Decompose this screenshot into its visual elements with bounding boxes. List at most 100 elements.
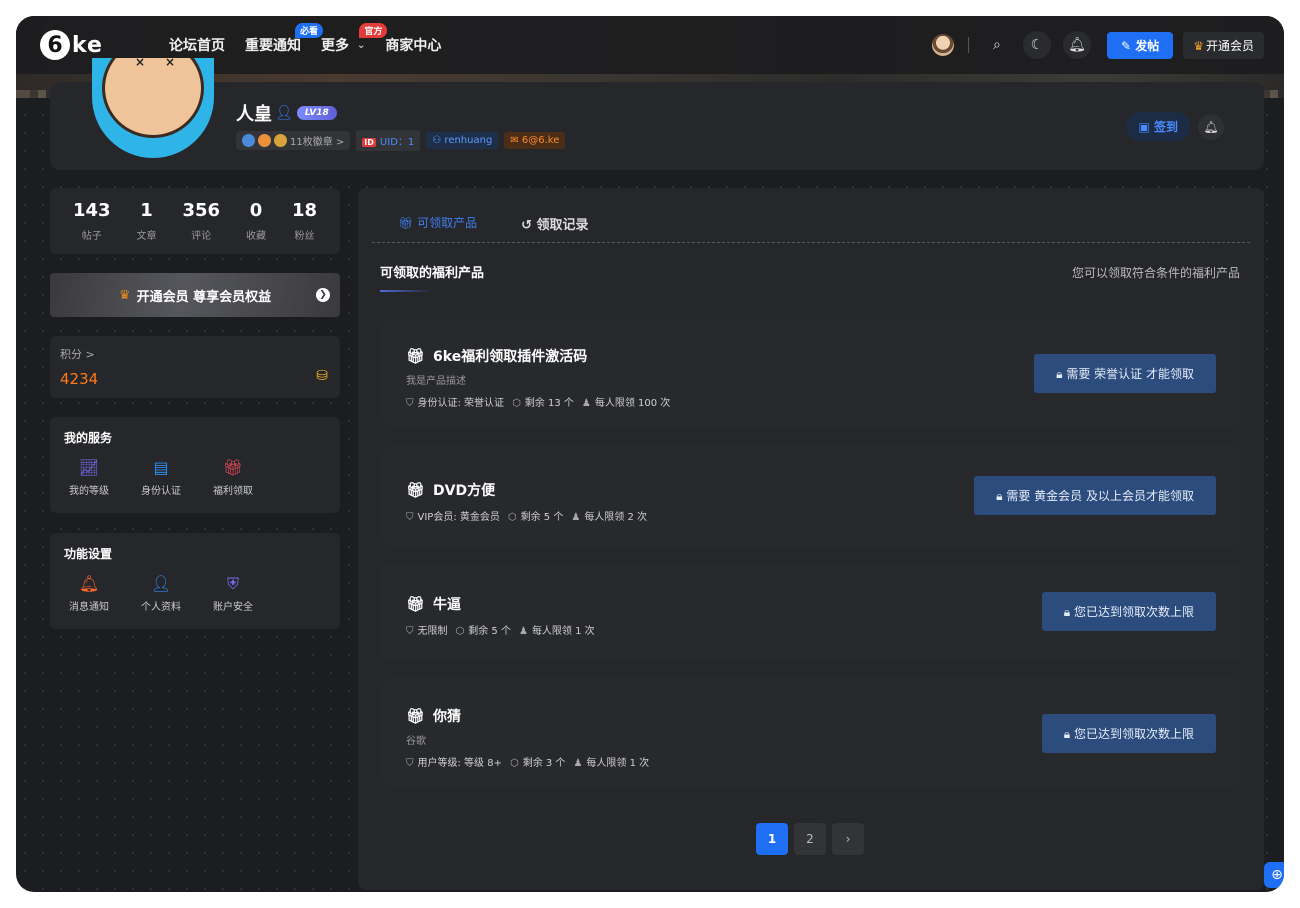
profile-meta: 11枚徽章 > ID UID：1 ⚇ renhuang ✉ 6@6.ke bbox=[236, 130, 566, 151]
services-title: 我的服务 bbox=[64, 431, 113, 445]
product-card: 🎁︎ 你猜 谷歌 ⛉ 用户等级: 等级 8+ ⬡ 剩余 3 个 ♟ 每人限领 1 次 🔒… bbox=[382, 678, 1240, 786]
service-my-level[interactable]: 📈︎ 我的等级 bbox=[64, 458, 114, 497]
product-meta: ⛉ VIP会员: 黄金会员 ⬡ 剩余 5 个 ♟ 每人限领 2 次 bbox=[406, 508, 647, 523]
username-text: renhuang bbox=[444, 135, 493, 146]
checkin-button[interactable]: ▣ 签到 bbox=[1126, 112, 1190, 141]
site-logo[interactable]: 6 ke bbox=[40, 30, 103, 60]
product-requirement: ⛉ 无限制 bbox=[406, 622, 448, 637]
service-label: 我的等级 bbox=[69, 486, 109, 497]
lock-icon: 🔒︎ bbox=[996, 489, 1007, 503]
mail-icon: ✉ bbox=[510, 135, 522, 146]
setting-security[interactable]: ⛨ 账户安全 bbox=[208, 574, 258, 613]
calendar-icon: ▣ bbox=[1138, 120, 1154, 134]
product-name: 牛逼 bbox=[433, 597, 462, 613]
setting-notifications[interactable]: 🔔︎ 消息通知 bbox=[64, 574, 114, 613]
gift-icon: 🎁︎ bbox=[398, 216, 418, 230]
level-badge: LV18 bbox=[296, 106, 337, 120]
tab-history[interactable]: ↺ 领取记录 bbox=[521, 214, 588, 233]
box-icon: ⬡ bbox=[512, 398, 521, 409]
id-card-icon: ▤ bbox=[153, 458, 169, 477]
product-limit: ♟ 每人限领 2 次 bbox=[571, 508, 647, 523]
coins-icon: ⛁ bbox=[316, 368, 328, 384]
product-name-row: 🎁︎ 6ke福利领取插件激活码 bbox=[406, 346, 587, 366]
vip-promo-banner[interactable]: ♛ 开通会员 尊享会员权益 ❯ bbox=[50, 273, 340, 317]
product-limit-text: 每人限领 1 次 bbox=[531, 626, 595, 637]
vip-button[interactable]: ♛ 开通会员 bbox=[1183, 31, 1264, 59]
welfare-main: 🎁︎ 可领取产品 ↺ 领取记录 可领取的福利产品 您可以领取符合条件的福利产品 … bbox=[358, 188, 1264, 890]
product-requirement: ⛉ 身份认证: 荣誉认证 bbox=[406, 394, 504, 409]
floating-plus-icon[interactable]: ⊕ bbox=[1264, 862, 1284, 888]
claim-button[interactable]: 🔒︎ 需要 荣誉认证 才能领取 bbox=[1034, 354, 1216, 393]
stat-value: 143 bbox=[72, 200, 111, 221]
product-stock-text: 剩余 5 个 bbox=[468, 626, 511, 637]
uid-text: UID：1 bbox=[379, 137, 415, 148]
claim-button-label: 您已达到领取次数上限 bbox=[1073, 727, 1194, 741]
chart-icon: 📈︎ bbox=[78, 458, 100, 477]
bell-icon: 🔔︎ bbox=[78, 574, 100, 593]
product-name-row: 🎁︎ 你猜 bbox=[406, 706, 461, 726]
claim-button[interactable]: 🔒︎ 您已达到领取次数上限 bbox=[1041, 592, 1216, 631]
stat-value: 356 bbox=[182, 200, 221, 221]
nav-more[interactable]: 更多 官方 ⌄ bbox=[321, 23, 388, 55]
stat-label: 文章 bbox=[136, 231, 157, 242]
product-stock-text: 剩余 3 个 bbox=[522, 758, 566, 769]
nav-merchant[interactable]: 商家中心 bbox=[385, 35, 441, 55]
crown-icon: ♛ bbox=[1193, 38, 1204, 53]
bell-icon[interactable]: 🔔︎ bbox=[1198, 114, 1224, 140]
next-page-button[interactable]: › bbox=[832, 823, 864, 855]
product-requirement-text: 无限制 bbox=[417, 626, 448, 637]
nav-notices[interactable]: 重要通知 必看 bbox=[244, 23, 323, 55]
stat-label: 评论 bbox=[191, 231, 212, 242]
stat-label: 粉丝 bbox=[294, 231, 315, 242]
points-card[interactable]: 积分 > 4234 ⛁ bbox=[50, 336, 340, 398]
user-stats: 143 帖子 1 文章 356 评论 0 收藏 18 粉丝 bbox=[50, 188, 340, 254]
post-button[interactable]: ✎ 发帖 bbox=[1106, 31, 1174, 59]
profile-avatar[interactable]: × × bbox=[92, 58, 214, 158]
nav-notices-label: 重要通知 bbox=[244, 38, 301, 54]
shield-icon: ⛨ bbox=[226, 574, 239, 593]
page-2[interactable]: 2 bbox=[794, 823, 826, 855]
settings-list: 🔔︎ 消息通知 👤︎ 个人资料 ⛨ 账户安全 bbox=[64, 574, 326, 613]
product-stock-text: 剩余 5 个 bbox=[520, 512, 564, 523]
product-stock-text: 剩余 13 个 bbox=[524, 398, 574, 409]
stat-posts[interactable]: 143 帖子 bbox=[73, 200, 111, 242]
moon-icon[interactable]: ☾ bbox=[1022, 31, 1051, 59]
claim-button[interactable]: 🔒︎ 您已达到领取次数上限 bbox=[1041, 714, 1216, 753]
email-text: 6@6.ke bbox=[521, 135, 560, 146]
settings-panel: 功能设置 🔔︎ 消息通知 👤︎ 个人资料 ⛨ 账户安全 bbox=[50, 533, 340, 629]
product-meta: ⛉ 用户等级: 等级 8+ ⬡ 剩余 3 个 ♟ 每人限领 1 次 bbox=[406, 754, 649, 769]
person-icon: ♟ bbox=[581, 398, 591, 409]
user-avatar[interactable] bbox=[931, 34, 954, 56]
product-limit: ♟ 每人限领 1 次 bbox=[573, 754, 649, 769]
box-icon: ⬡ bbox=[509, 758, 519, 769]
product-requirement-text: 用户等级: 等级 8+ bbox=[417, 758, 502, 769]
search-icon[interactable]: ⌕ bbox=[983, 31, 1011, 59]
claim-button[interactable]: 🔒︎ 需要 黄金会员 及以上会员才能领取 bbox=[974, 476, 1216, 515]
lock-icon: 🔒︎ bbox=[1063, 605, 1074, 619]
stat-favorites[interactable]: 0 收藏 bbox=[246, 200, 266, 242]
service-welfare[interactable]: 🎁︎ 福利领取 bbox=[208, 458, 258, 497]
stat-followers[interactable]: 18 粉丝 bbox=[292, 200, 317, 242]
points-value: 4234 bbox=[60, 370, 99, 388]
shield-icon: ⛉ bbox=[406, 626, 414, 637]
welfare-tabs: 🎁︎ 可领取产品 ↺ 领取记录 bbox=[398, 214, 589, 233]
stat-articles[interactable]: 1 文章 bbox=[137, 200, 157, 242]
product-meta: ⛉ 无限制 ⬡ 剩余 5 个 ♟ 每人限领 1 次 bbox=[406, 622, 595, 637]
stat-comments[interactable]: 356 评论 bbox=[182, 200, 220, 242]
person-icon: ♟ bbox=[518, 626, 528, 637]
logo-text: ke bbox=[72, 32, 103, 58]
bell-icon[interactable]: 🔔︎ bbox=[1062, 31, 1091, 59]
vip-button-label: 开通会员 bbox=[1205, 38, 1254, 53]
service-verification[interactable]: ▤ 身份认证 bbox=[136, 458, 186, 497]
product-name-row: 🎁︎ 牛逼 bbox=[406, 594, 461, 614]
pagination: 1 2 › bbox=[756, 823, 864, 855]
setting-label: 消息通知 bbox=[69, 602, 109, 613]
page-1[interactable]: 1 bbox=[756, 823, 788, 855]
setting-profile[interactable]: 👤︎ 个人资料 bbox=[136, 574, 186, 613]
lock-icon: 🔒︎ bbox=[1056, 367, 1067, 381]
nav-home[interactable]: 论坛首页 bbox=[169, 35, 225, 55]
product-limit-text: 每人限领 2 次 bbox=[584, 512, 648, 523]
medals-link[interactable]: 11枚徽章 > bbox=[236, 131, 351, 150]
claim-button-label: 需要 荣誉认证 才能领取 bbox=[1066, 367, 1194, 381]
tab-available[interactable]: 🎁︎ 可领取产品 bbox=[398, 214, 477, 233]
